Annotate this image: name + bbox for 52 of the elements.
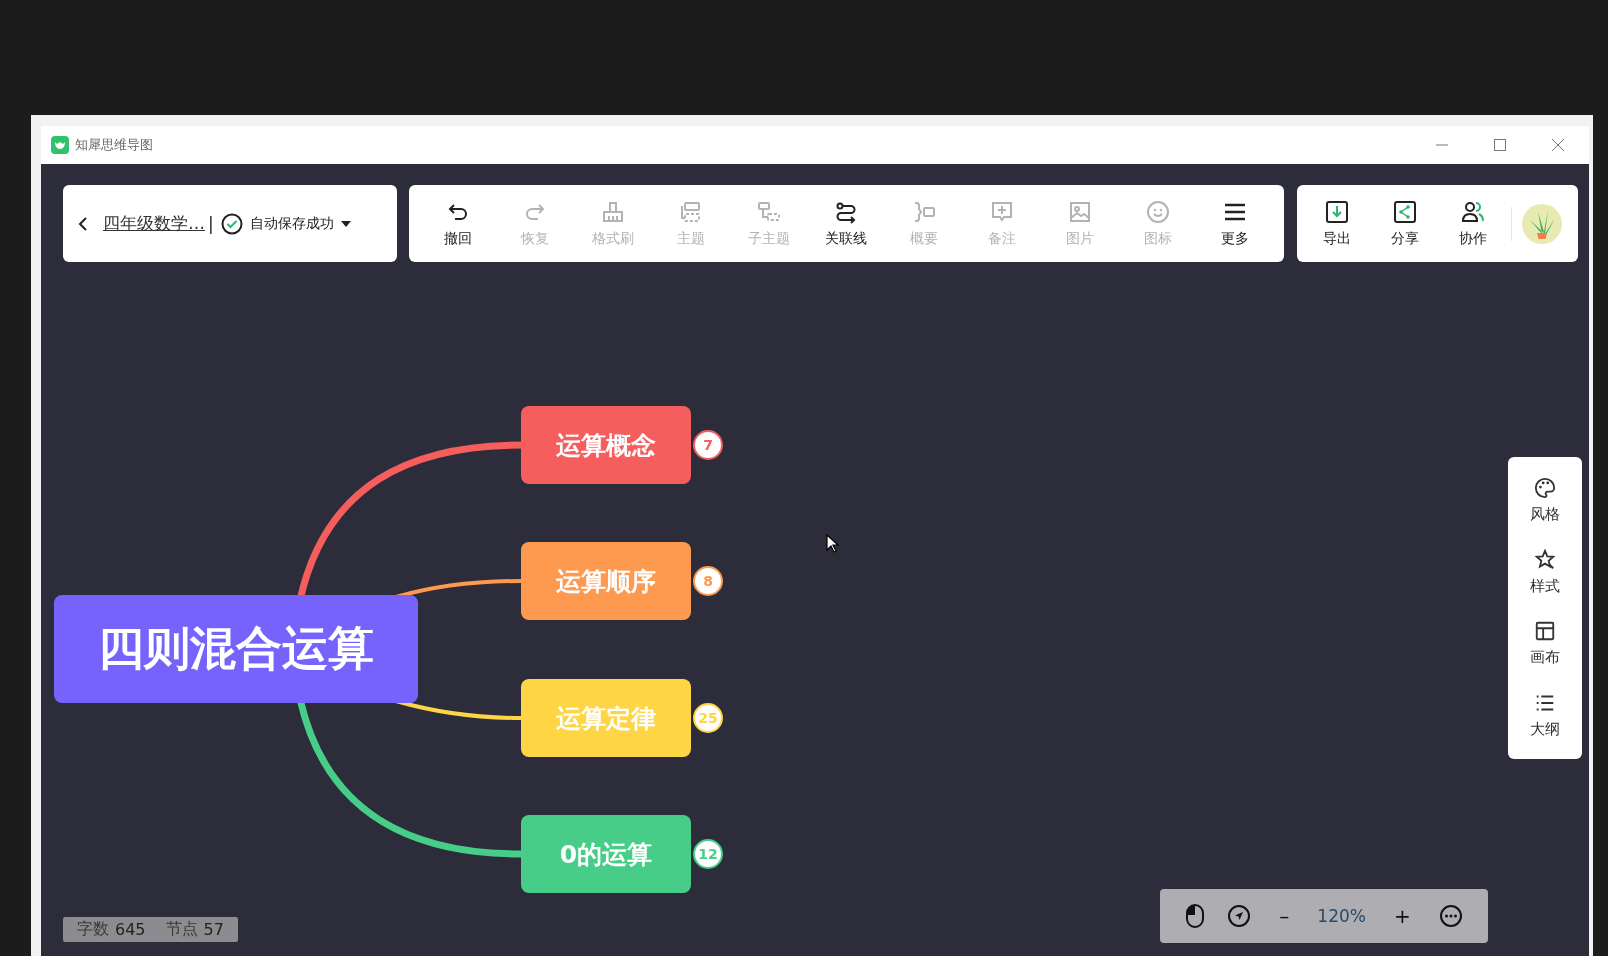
root-topic[interactable]: 四则混合运算 — [54, 595, 418, 703]
topic-node[interactable]: 0的运算 — [521, 815, 691, 893]
check-circle-icon — [220, 212, 243, 235]
toolbar-button[interactable]: 协作 — [1439, 199, 1507, 248]
share-icon — [1393, 199, 1417, 224]
side-panel-button[interactable]: 风格 — [1530, 477, 1560, 525]
child-count-badge[interactable]: 12 — [693, 839, 723, 869]
toolbar-button[interactable]: 关联线 — [808, 199, 885, 248]
word-count-label: 字数 — [77, 919, 109, 940]
back-icon[interactable] — [78, 215, 88, 232]
brush-icon — [601, 199, 626, 224]
toolbar-button[interactable]: 分享 — [1371, 199, 1439, 248]
close-icon[interactable] — [1551, 138, 1565, 152]
download-icon — [1325, 199, 1349, 224]
more-icon[interactable] — [1438, 904, 1463, 928]
people-icon — [1461, 199, 1485, 224]
side-panel-button[interactable]: 样式 — [1530, 548, 1560, 596]
comment-icon — [990, 199, 1015, 224]
toolbar-button[interactable]: 导出 — [1303, 199, 1371, 248]
topic-node[interactable]: 运算概念 — [521, 406, 691, 484]
image-icon — [1067, 199, 1092, 224]
save-status: 自动保存成功 — [249, 214, 334, 233]
window-title: 知犀思维导图 — [75, 136, 153, 154]
plant-avatar-icon[interactable] — [1522, 203, 1562, 244]
locate-icon[interactable] — [1227, 904, 1252, 928]
zoom-level: 120% — [1317, 906, 1366, 926]
summary-icon — [912, 199, 937, 224]
maximize-icon[interactable] — [1493, 138, 1507, 152]
star-icon — [1534, 548, 1556, 571]
toolbar-button[interactable]: 撤回 — [419, 199, 496, 248]
node-count-label: 节点 — [165, 919, 198, 940]
layout-icon — [1534, 620, 1556, 643]
topic-node[interactable]: 运算顺序 — [521, 542, 691, 620]
dropdown-caret-icon[interactable] — [340, 219, 351, 228]
child-count-badge[interactable]: 8 — [693, 566, 723, 596]
app-logo-icon — [51, 136, 69, 154]
smiley-icon — [1145, 199, 1170, 224]
document-title[interactable]: 四年级数学… — [103, 212, 205, 235]
child-count-badge[interactable]: 7 — [693, 430, 723, 460]
palette-icon — [1534, 477, 1556, 500]
side-panel-button[interactable]: 画布 — [1530, 620, 1560, 668]
word-count: 645 — [115, 920, 146, 939]
zoom-in-button[interactable]: + — [1388, 904, 1417, 928]
toolbar-button[interactable]: 更多 — [1196, 199, 1274, 248]
node-count: 57 — [203, 920, 224, 939]
subtopic-icon — [756, 199, 781, 224]
cursor-icon — [826, 534, 840, 554]
mouse-icon[interactable] — [1185, 903, 1206, 929]
text-cursor: | — [208, 213, 214, 234]
topic-icon — [678, 199, 703, 224]
zoom-out-button[interactable]: – — [1273, 904, 1296, 928]
side-panel-button[interactable]: 大纲 — [1530, 691, 1560, 739]
